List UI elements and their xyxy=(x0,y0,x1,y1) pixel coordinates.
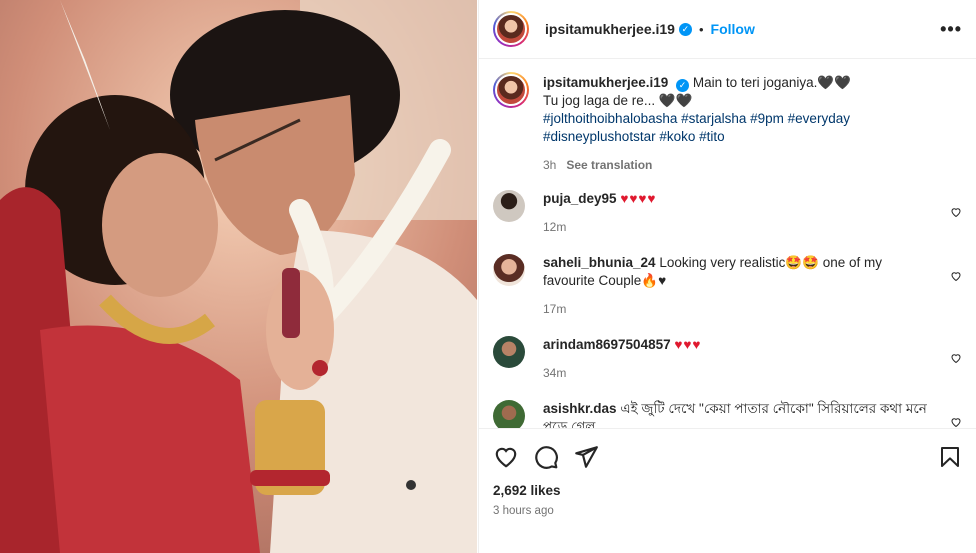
comment-username[interactable]: arindam8697504857 xyxy=(543,337,671,352)
post-photo-illustration xyxy=(0,0,477,553)
comment-item: asishkr.das এই জুটি দেখে "কেয়া পাতার নৌ… xyxy=(493,400,962,428)
more-icon[interactable]: ••• xyxy=(940,19,962,40)
author-username[interactable]: ipsitamukherjee.i19 xyxy=(545,21,675,37)
comment-time: 34m xyxy=(543,366,567,380)
comment-text: ♥♥♥♥ xyxy=(620,191,657,206)
post-actions: 2,692 likes 3 hours ago xyxy=(479,428,976,517)
follow-button[interactable]: Follow xyxy=(711,21,755,37)
caption-line1: Main to teri joganiya.🖤🖤 xyxy=(692,75,852,90)
bookmark-icon[interactable] xyxy=(938,444,962,470)
caption: ipsitamukherjee.i19 ✓ Main to teri jogan… xyxy=(493,72,962,174)
comment-username[interactable]: saheli_bhunia_24 xyxy=(543,255,656,270)
comment-item: puja_dey95 ♥♥♥♥ 12m xyxy=(493,190,962,236)
share-icon[interactable] xyxy=(573,444,599,470)
comment-item: arindam8697504857 ♥♥♥ 34m xyxy=(493,336,962,382)
post-detail-panel: ipsitamukherjee.i19 ✓ • Follow ••• ipsit… xyxy=(478,0,976,553)
see-translation-link[interactable]: See translation xyxy=(566,158,652,172)
like-comment-heart-icon[interactable] xyxy=(950,352,962,364)
like-comment-heart-icon[interactable] xyxy=(950,416,962,428)
like-comment-heart-icon[interactable] xyxy=(950,270,962,282)
comments-list[interactable]: ipsitamukherjee.i19 ✓ Main to teri jogan… xyxy=(479,60,976,428)
caption-avatar[interactable] xyxy=(493,72,529,108)
avatar[interactable] xyxy=(493,336,525,368)
comment-time: 12m xyxy=(543,220,567,234)
post-image[interactable] xyxy=(0,0,477,553)
caption-time: 3h xyxy=(543,158,557,172)
heart-icon[interactable] xyxy=(493,444,519,470)
comment-username[interactable]: puja_dey95 xyxy=(543,191,617,206)
comment-item: saheli_bhunia_24 Looking very realistic🤩… xyxy=(493,254,962,318)
caption-meta: 3h See translation xyxy=(543,156,933,174)
avatar[interactable] xyxy=(493,400,525,428)
verified-icon: ✓ xyxy=(678,22,692,36)
caption-username[interactable]: ipsitamukherjee.i19 xyxy=(543,75,668,90)
comment-text: ♥♥♥ xyxy=(674,337,702,352)
like-comment-heart-icon[interactable] xyxy=(950,206,962,218)
comment-username[interactable]: asishkr.das xyxy=(543,401,617,416)
avatar[interactable] xyxy=(493,190,525,222)
avatar[interactable] xyxy=(493,254,525,286)
comment-icon[interactable] xyxy=(533,444,559,470)
post-timestamp: 3 hours ago xyxy=(493,505,554,517)
separator-dot: • xyxy=(698,21,704,37)
caption-line2: Tu jog laga de re... 🖤🖤 xyxy=(543,93,693,108)
like-count[interactable]: 2,692 likes xyxy=(493,483,962,498)
post-header: ipsitamukherjee.i19 ✓ • Follow ••• xyxy=(479,0,976,59)
verified-icon: ✓ xyxy=(676,79,690,92)
caption-hashtags[interactable]: #jolthoithoibhalobasha #starjalsha #9pm … xyxy=(543,111,850,144)
avatar[interactable] xyxy=(493,11,529,47)
comment-time: 17m xyxy=(543,302,567,316)
action-icons xyxy=(493,441,962,473)
